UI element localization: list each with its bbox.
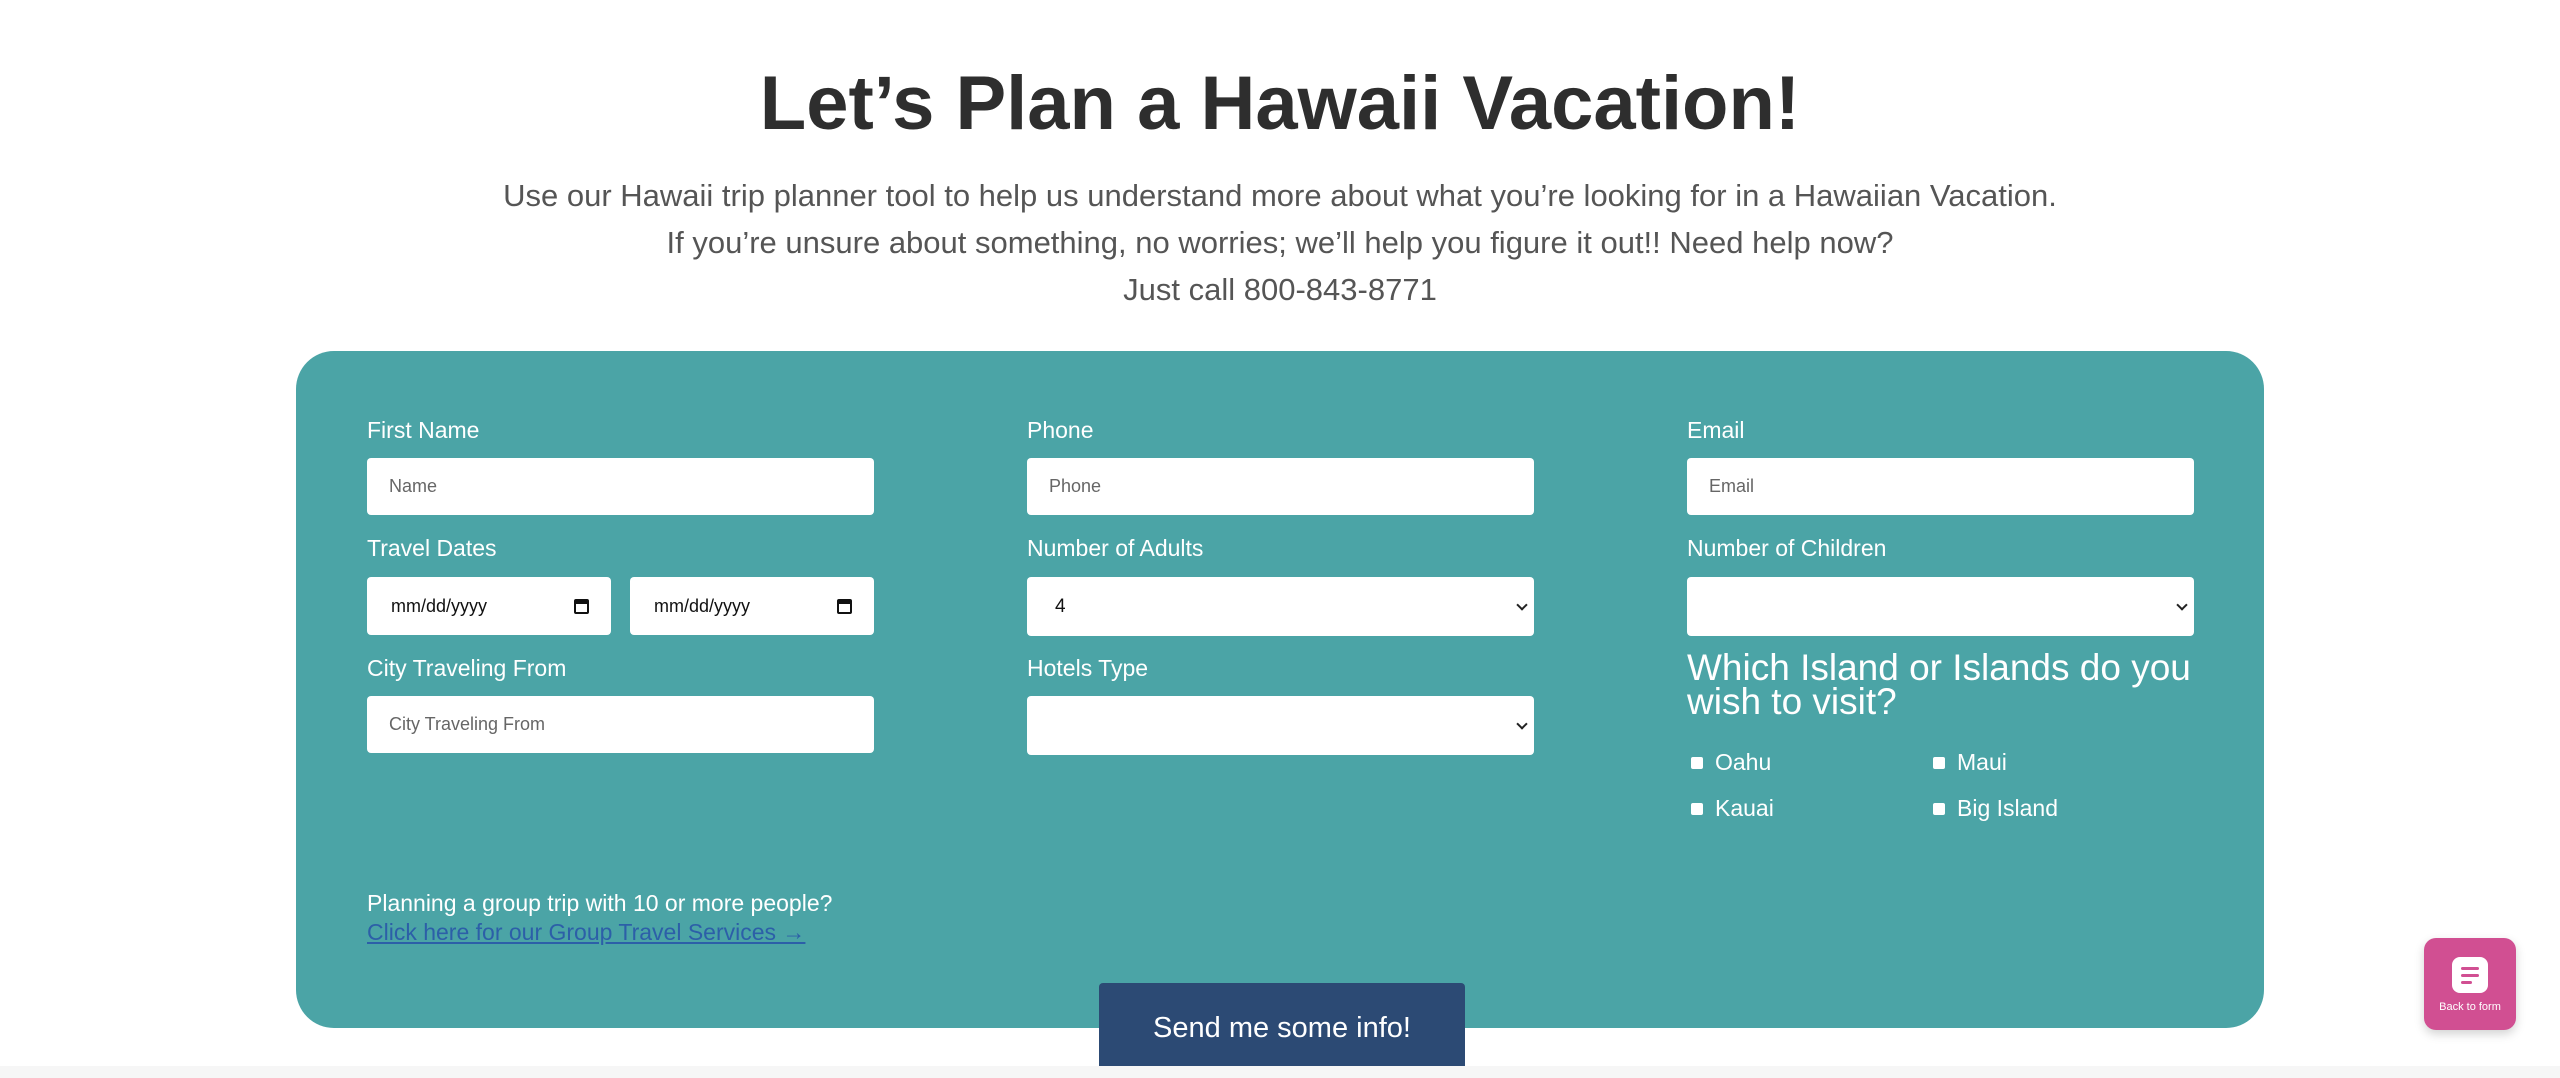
chevron-down-icon bbox=[1516, 717, 1528, 730]
islands-heading: Which Island or Islands do you wish to v… bbox=[1687, 647, 2191, 722]
first-name-label: First Name bbox=[367, 417, 480, 443]
calendar-icon[interactable] bbox=[837, 598, 852, 614]
island-label: Oahu bbox=[1715, 749, 1772, 775]
chevron-down-icon bbox=[2176, 598, 2188, 611]
intro-line-2: If you’re unsure about something, no wor… bbox=[666, 225, 1894, 260]
send-info-button[interactable]: Send me some info! bbox=[1099, 983, 1465, 1073]
page-title: Let’s Plan a Hawaii Vacation! bbox=[759, 61, 1801, 146]
intro-text: Use our Hawaii trip planner tool to help… bbox=[0, 172, 2560, 313]
island-label: Maui bbox=[1957, 749, 2007, 775]
island-checkbox-oahu[interactable]: Oahu bbox=[1691, 749, 1771, 776]
group-trip-text: Planning a group trip with 10 or more pe… bbox=[367, 890, 833, 916]
phone-label: Phone bbox=[1027, 417, 1094, 443]
form-icon bbox=[2452, 957, 2488, 993]
back-to-form-label: Back to form bbox=[2439, 1001, 2501, 1013]
travel-end-date-input[interactable]: mm/dd/yyyy bbox=[630, 577, 874, 635]
checkbox[interactable] bbox=[1691, 756, 1703, 769]
calendar-icon[interactable] bbox=[574, 598, 589, 614]
first-name-input[interactable] bbox=[367, 458, 874, 515]
children-label: Number of Children bbox=[1687, 535, 1887, 561]
phone-input[interactable] bbox=[1027, 458, 1534, 515]
island-checkbox-maui[interactable]: Maui bbox=[1933, 749, 2007, 776]
checkbox[interactable] bbox=[1933, 802, 1945, 815]
intro-line-3: Just call 800-843-8771 bbox=[1123, 272, 1437, 307]
island-label: Big Island bbox=[1957, 795, 2059, 821]
hotels-label: Hotels Type bbox=[1027, 655, 1149, 681]
group-travel-link[interactable]: Click here for our Group Travel Services… bbox=[367, 919, 805, 946]
travel-dates-label: Travel Dates bbox=[367, 535, 497, 561]
hotels-select[interactable] bbox=[1027, 696, 1534, 755]
travel-end-date-value: mm/dd/yyyy bbox=[654, 595, 751, 616]
travel-start-date-input[interactable]: mm/dd/yyyy bbox=[367, 577, 611, 635]
adults-label: Number of Adults bbox=[1027, 535, 1204, 561]
adults-value: 4 bbox=[1055, 595, 1066, 617]
island-label: Kauai bbox=[1715, 795, 1774, 821]
trip-planner-form: First Name Travel Dates mm/dd/yyyy mm/dd… bbox=[296, 351, 2264, 1028]
intro-line-1: Use our Hawaii trip planner tool to help… bbox=[503, 178, 2057, 213]
city-label: City Traveling From bbox=[367, 655, 567, 681]
children-select[interactable] bbox=[1687, 577, 2194, 636]
checkbox[interactable] bbox=[1691, 802, 1703, 815]
checkbox[interactable] bbox=[1933, 756, 1945, 769]
back-to-form-button[interactable]: Back to form bbox=[2424, 938, 2516, 1030]
island-checkbox-kauai[interactable]: Kauai bbox=[1691, 795, 1774, 822]
adults-select[interactable]: 4 bbox=[1027, 577, 1534, 636]
travel-start-date-value: mm/dd/yyyy bbox=[391, 595, 488, 616]
city-input[interactable] bbox=[367, 696, 874, 753]
island-checkbox-big-island[interactable]: Big Island bbox=[1933, 795, 2058, 822]
email-input[interactable] bbox=[1687, 458, 2194, 515]
page-bottom-divider bbox=[0, 1066, 2560, 1078]
email-label: Email bbox=[1687, 417, 1745, 443]
chevron-down-icon bbox=[1516, 598, 1528, 611]
